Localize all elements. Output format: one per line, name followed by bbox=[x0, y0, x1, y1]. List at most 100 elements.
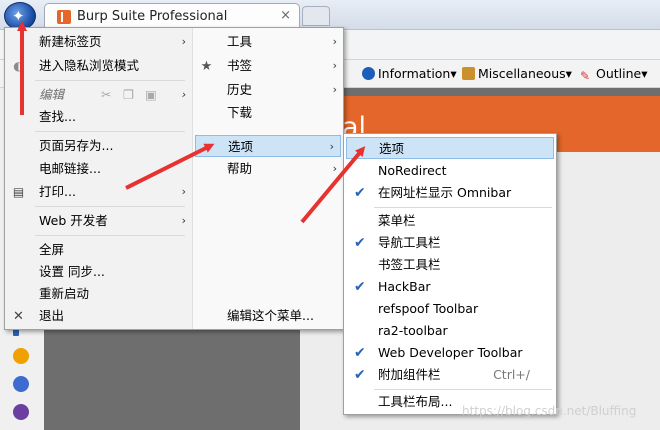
pencil-icon: ✎ bbox=[580, 69, 591, 83]
submenu-item-ra2-toolbar[interactable]: ra2-toolbar bbox=[344, 320, 556, 342]
menu-item-history[interactable]: 历史 › bbox=[193, 79, 343, 101]
chevron-right-icon: › bbox=[181, 88, 186, 101]
menu-item-fullscreen[interactable]: 全屏 bbox=[5, 239, 192, 261]
submenu-item-options[interactable]: 选项 bbox=[346, 137, 554, 159]
menu-item-label: 查找... bbox=[39, 109, 76, 124]
submenu-item-noredirect[interactable]: NoRedirect bbox=[344, 160, 556, 182]
toolbar-miscellaneous-label: Miscellaneous▾ bbox=[478, 66, 572, 81]
submenu-item-label: NoRedirect bbox=[378, 163, 447, 178]
info-icon bbox=[362, 67, 375, 80]
chevron-right-icon: › bbox=[332, 83, 337, 96]
menu-item-label: Web 开发者 bbox=[39, 213, 108, 228]
menu-item-options[interactable]: 选项 › bbox=[195, 135, 341, 157]
submenu-item-label: refspoof Toolbar bbox=[378, 301, 479, 316]
tab-strip: ✦ Burp Suite Professional × bbox=[0, 0, 660, 30]
chevron-right-icon: › bbox=[329, 140, 334, 153]
submenu-item-web-developer-toolbar[interactable]: ✔ Web Developer Toolbar bbox=[344, 342, 556, 364]
menu-separator bbox=[374, 389, 552, 390]
menu-item-edit-this-menu[interactable]: 编辑这个菜单... bbox=[193, 305, 343, 327]
menu-item-print[interactable]: ▤ 打印... › bbox=[5, 181, 192, 203]
menu-item-restart[interactable]: 重新启动 bbox=[5, 283, 192, 305]
submenu-item-label: ra2-toolbar bbox=[378, 323, 448, 338]
chevron-right-icon: › bbox=[181, 35, 186, 48]
burp-favicon-icon bbox=[57, 10, 71, 24]
submenu-item-addon-bar[interactable]: ✔ 附加组件栏 Ctrl+/ bbox=[344, 364, 556, 386]
menu-item-help[interactable]: 帮助 › bbox=[193, 158, 343, 180]
new-tab-button[interactable] bbox=[302, 6, 330, 26]
submenu-item-bookmarks-toolbar[interactable]: 书签工具栏 bbox=[344, 254, 556, 276]
submenu-item-navigation-toolbar[interactable]: ✔ 导航工具栏 bbox=[344, 232, 556, 254]
menu-item-label: 全屏 bbox=[39, 242, 65, 257]
menu-item-label: 帮助 bbox=[227, 161, 253, 176]
menu-item-find[interactable]: 查找... bbox=[5, 106, 192, 128]
submenu-item-refspoof-toolbar[interactable]: refspoof Toolbar bbox=[344, 298, 556, 320]
menu-item-label: 选项 bbox=[228, 139, 254, 154]
submenu-item-omnibar[interactable]: ✔ 在网址栏显示 Omnibar bbox=[344, 182, 556, 204]
mask-icon: ◐ bbox=[13, 59, 24, 73]
toolbar-information[interactable]: Information▾ bbox=[362, 66, 457, 81]
chevron-right-icon: › bbox=[181, 214, 186, 227]
toolbar-outline-label: Outline▾ bbox=[596, 66, 648, 81]
tab-burp-suite[interactable]: Burp Suite Professional × bbox=[44, 3, 300, 30]
printer-icon: ▤ bbox=[12, 185, 25, 199]
briefcase-icon bbox=[462, 67, 475, 80]
watermark: https://blog.csdn.net/Bluffing bbox=[462, 404, 637, 418]
menu-item-new-tab[interactable]: 新建标签页 › bbox=[5, 31, 192, 53]
menu-separator bbox=[35, 131, 185, 132]
menu-item-label: 新建标签页 bbox=[39, 34, 102, 49]
checkmark-icon: ✔ bbox=[354, 279, 366, 295]
menu-item-label: 电邮链接... bbox=[39, 161, 101, 176]
tab-title: Burp Suite Professional bbox=[77, 9, 228, 24]
menu-item-exit[interactable]: ✕ 退出 bbox=[5, 305, 192, 327]
sidebar-spiral-icon[interactable] bbox=[13, 376, 29, 392]
tab-close-icon[interactable]: × bbox=[280, 8, 291, 23]
checkmark-icon: ✔ bbox=[354, 367, 366, 383]
menu-item-label: 打印... bbox=[39, 184, 76, 199]
menu-item-email-link[interactable]: 电邮链接... bbox=[5, 158, 192, 180]
menu-item-edit[interactable]: 编辑 ✂ ❐ ▣ › bbox=[5, 84, 192, 106]
submenu-item-label: HackBar bbox=[378, 279, 431, 294]
menu-item-web-developer[interactable]: Web 开发者 › bbox=[5, 210, 192, 232]
submenu-item-label: 菜单栏 bbox=[378, 213, 416, 228]
menu-separator bbox=[35, 206, 185, 207]
toolbar-outline[interactable]: ✎ Outline▾ bbox=[580, 66, 648, 83]
submenu-item-menubar[interactable]: 菜单栏 bbox=[344, 210, 556, 232]
submenu-item-label: 工具栏布局... bbox=[378, 394, 453, 409]
menu-item-private-browsing[interactable]: ◐ 进入隐私浏览模式 bbox=[5, 55, 192, 77]
close-icon: ✕ bbox=[13, 309, 24, 324]
menu-item-label: 进入隐私浏览模式 bbox=[39, 58, 140, 73]
submenu-item-hackbar[interactable]: ✔ HackBar bbox=[344, 276, 556, 298]
checkmark-icon: ✔ bbox=[354, 235, 366, 251]
paste-icon: ▣ bbox=[145, 87, 157, 102]
menu-separator bbox=[35, 235, 185, 236]
star-icon: ★ bbox=[200, 59, 213, 74]
menu-separator bbox=[374, 207, 552, 208]
toolbar-information-label: Information▾ bbox=[378, 66, 457, 81]
copy-icon: ❐ bbox=[123, 87, 135, 102]
app-logo-icon: ✦ bbox=[12, 7, 25, 25]
sidebar-bug-icon[interactable] bbox=[13, 404, 29, 420]
menu-item-label: 重新启动 bbox=[39, 286, 90, 301]
submenu-item-label: 在网址栏显示 Omnibar bbox=[378, 185, 512, 200]
chevron-right-icon: › bbox=[332, 35, 337, 48]
shortcut-label: Ctrl+/ bbox=[493, 367, 530, 382]
menu-item-label: 历史 bbox=[227, 82, 253, 97]
main-menu-left-column: 新建标签页 › ◐ 进入隐私浏览模式 编辑 ✂ ❐ ▣ › 查找... 页面另存… bbox=[5, 28, 193, 329]
menu-item-downloads[interactable]: 下载 bbox=[193, 102, 343, 124]
chevron-right-icon: › bbox=[181, 185, 186, 198]
cut-icon: ✂ bbox=[101, 87, 112, 102]
menu-item-bookmarks[interactable]: ★ 书签 › bbox=[193, 55, 343, 77]
submenu-item-label: 选项 bbox=[379, 141, 405, 156]
menu-separator bbox=[35, 80, 185, 81]
toolbar-miscellaneous[interactable]: Miscellaneous▾ bbox=[462, 66, 572, 81]
menu-item-label: 退出 bbox=[39, 308, 65, 323]
menu-item-tools[interactable]: 工具 › bbox=[193, 31, 343, 53]
menu-item-setup-sync[interactable]: 设置 同步... bbox=[5, 261, 192, 283]
menu-item-save-page[interactable]: 页面另存为... bbox=[5, 135, 192, 157]
sidebar-l-icon[interactable] bbox=[13, 348, 29, 364]
options-submenu: 选项 NoRedirect ✔ 在网址栏显示 Omnibar 菜单栏 ✔ 导航工… bbox=[343, 133, 557, 415]
menu-item-label: 页面另存为... bbox=[39, 138, 114, 153]
app-menu-button[interactable]: ✦ bbox=[4, 2, 36, 30]
menu-item-label: 设置 同步... bbox=[39, 264, 105, 279]
menu-item-label: 书签 bbox=[227, 58, 253, 73]
